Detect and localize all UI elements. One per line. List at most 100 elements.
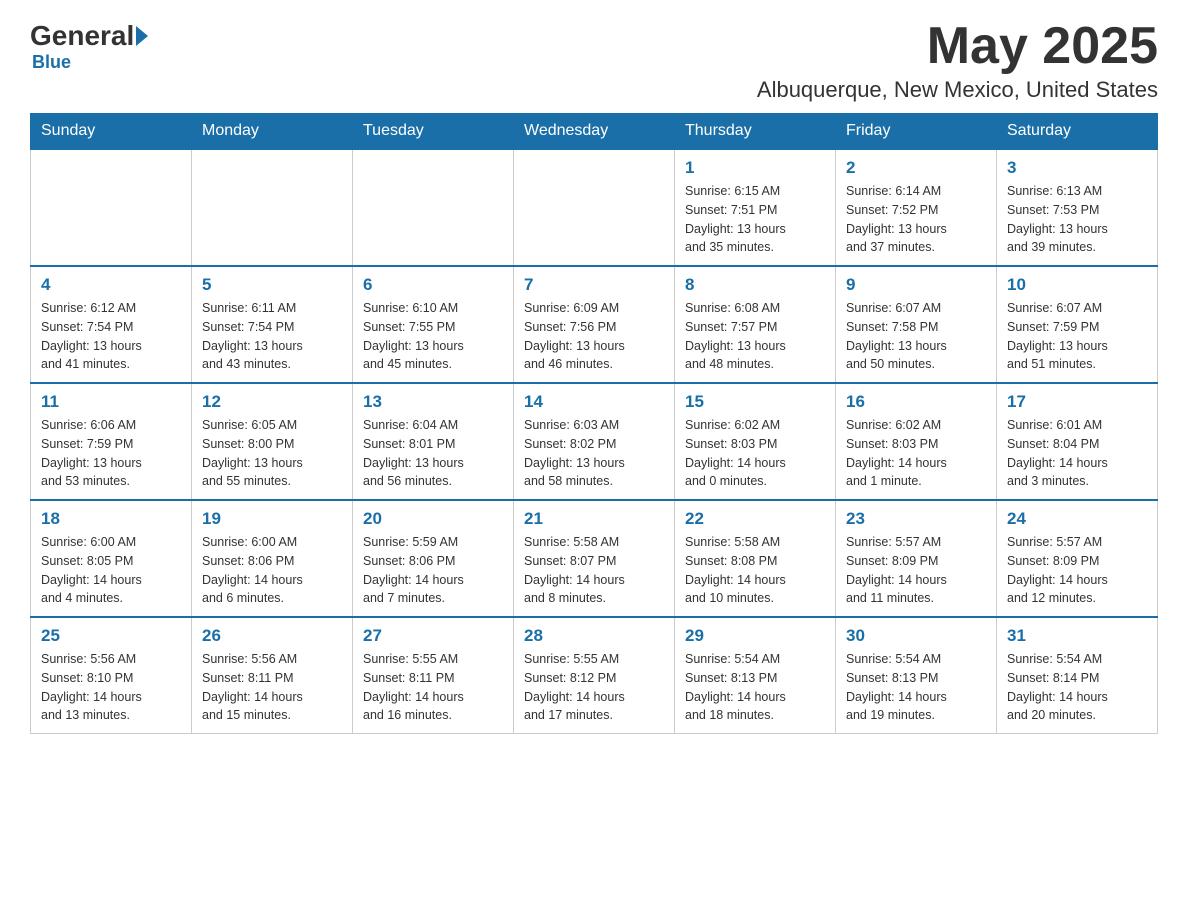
day-info: Sunrise: 5:58 AMSunset: 8:07 PMDaylight:… <box>524 533 664 608</box>
logo-general: General <box>30 20 134 52</box>
week-row-3: 11Sunrise: 6:06 AMSunset: 7:59 PMDayligh… <box>31 383 1158 500</box>
calendar-cell: 3 Sunrise: 6:13 AMSunset: 7:53 PMDaylight… <box>997 149 1158 266</box>
day-info: Sunrise: 5:57 AMSunset: 8:09 PMDaylight:… <box>846 533 986 608</box>
header-monday: Monday <box>192 114 353 150</box>
calendar-cell: 16 Sunrise: 6:02 AMSunset: 8:03 PMDayligh… <box>836 383 997 500</box>
month-title: May 2025 <box>757 20 1158 72</box>
calendar-cell: 2 Sunrise: 6:14 AMSunset: 7:52 PMDaylight… <box>836 149 997 266</box>
day-number: 5 <box>202 275 342 295</box>
day-number: 20 <box>363 509 503 529</box>
day-info: Sunrise: 6:02 AMSunset: 8:03 PMDaylight:… <box>685 416 825 491</box>
calendar-cell: 24 Sunrise: 5:57 AMSunset: 8:09 PMDayligh… <box>997 500 1158 617</box>
day-number: 31 <box>1007 626 1147 646</box>
calendar-cell: 13Sunrise: 6:04 AMSunset: 8:01 PMDayligh… <box>353 383 514 500</box>
calendar-cell <box>353 149 514 266</box>
day-info: Sunrise: 5:59 AMSunset: 8:06 PMDaylight:… <box>363 533 503 608</box>
day-info: Sunrise: 6:00 AMSunset: 8:06 PMDaylight:… <box>202 533 342 608</box>
day-number: 25 <box>41 626 181 646</box>
day-info: Sunrise: 5:58 AMSunset: 8:08 PMDaylight:… <box>685 533 825 608</box>
day-number: 14 <box>524 392 664 412</box>
location: Albuquerque, New Mexico, United States <box>757 77 1158 103</box>
day-info: Sunrise: 6:10 AMSunset: 7:55 PMDaylight:… <box>363 299 503 374</box>
header-saturday: Saturday <box>997 114 1158 150</box>
day-number: 21 <box>524 509 664 529</box>
calendar-cell: 8 Sunrise: 6:08 AMSunset: 7:57 PMDaylight… <box>675 266 836 383</box>
day-info: Sunrise: 6:06 AMSunset: 7:59 PMDaylight:… <box>41 416 181 491</box>
day-number: 24 <box>1007 509 1147 529</box>
day-number: 27 <box>363 626 503 646</box>
calendar-header-row: Sunday Monday Tuesday Wednesday Thursday… <box>31 114 1158 150</box>
calendar-cell: 31Sunrise: 5:54 AMSunset: 8:14 PMDayligh… <box>997 617 1158 734</box>
day-info: Sunrise: 6:12 AMSunset: 7:54 PMDaylight:… <box>41 299 181 374</box>
day-info: Sunrise: 5:57 AMSunset: 8:09 PMDaylight:… <box>1007 533 1147 608</box>
page-header: General Blue May 2025 Albuquerque, New M… <box>30 20 1158 103</box>
day-number: 1 <box>685 158 825 178</box>
week-row-2: 4 Sunrise: 6:12 AMSunset: 7:54 PMDaylight… <box>31 266 1158 383</box>
day-number: 8 <box>685 275 825 295</box>
day-info: Sunrise: 6:15 AMSunset: 7:51 PMDaylight:… <box>685 182 825 257</box>
day-number: 2 <box>846 158 986 178</box>
day-number: 13 <box>363 392 503 412</box>
day-info: Sunrise: 6:01 AMSunset: 8:04 PMDaylight:… <box>1007 416 1147 491</box>
day-number: 3 <box>1007 158 1147 178</box>
logo-text: General <box>30 20 148 52</box>
day-number: 15 <box>685 392 825 412</box>
calendar-cell: 11Sunrise: 6:06 AMSunset: 7:59 PMDayligh… <box>31 383 192 500</box>
calendar-cell: 25 Sunrise: 5:56 AMSunset: 8:10 PMDayligh… <box>31 617 192 734</box>
header-thursday: Thursday <box>675 114 836 150</box>
day-number: 17 <box>1007 392 1147 412</box>
day-info: Sunrise: 6:07 AMSunset: 7:59 PMDaylight:… <box>1007 299 1147 374</box>
day-info: Sunrise: 5:54 AMSunset: 8:13 PMDaylight:… <box>685 650 825 725</box>
logo: General Blue <box>30 20 148 73</box>
header-wednesday: Wednesday <box>514 114 675 150</box>
day-info: Sunrise: 5:54 AMSunset: 8:13 PMDaylight:… <box>846 650 986 725</box>
logo-arrow-icon <box>136 26 148 46</box>
title-section: May 2025 Albuquerque, New Mexico, United… <box>757 20 1158 103</box>
day-info: Sunrise: 6:09 AMSunset: 7:56 PMDaylight:… <box>524 299 664 374</box>
day-number: 12 <box>202 392 342 412</box>
calendar-cell: 4 Sunrise: 6:12 AMSunset: 7:54 PMDaylight… <box>31 266 192 383</box>
calendar-cell <box>31 149 192 266</box>
calendar-table: Sunday Monday Tuesday Wednesday Thursday… <box>30 113 1158 734</box>
calendar-cell: 27 Sunrise: 5:55 AMSunset: 8:11 PMDayligh… <box>353 617 514 734</box>
calendar-cell: 29Sunrise: 5:54 AMSunset: 8:13 PMDayligh… <box>675 617 836 734</box>
day-info: Sunrise: 5:55 AMSunset: 8:11 PMDaylight:… <box>363 650 503 725</box>
calendar-cell: 22 Sunrise: 5:58 AMSunset: 8:08 PMDayligh… <box>675 500 836 617</box>
day-number: 23 <box>846 509 986 529</box>
day-number: 10 <box>1007 275 1147 295</box>
calendar-cell <box>192 149 353 266</box>
day-info: Sunrise: 6:13 AMSunset: 7:53 PMDaylight:… <box>1007 182 1147 257</box>
day-info: Sunrise: 6:08 AMSunset: 7:57 PMDaylight:… <box>685 299 825 374</box>
day-info: Sunrise: 5:56 AMSunset: 8:11 PMDaylight:… <box>202 650 342 725</box>
header-tuesday: Tuesday <box>353 114 514 150</box>
calendar-cell: 15 Sunrise: 6:02 AMSunset: 8:03 PMDayligh… <box>675 383 836 500</box>
day-number: 22 <box>685 509 825 529</box>
calendar-cell: 19Sunrise: 6:00 AMSunset: 8:06 PMDayligh… <box>192 500 353 617</box>
week-row-4: 18Sunrise: 6:00 AMSunset: 8:05 PMDayligh… <box>31 500 1158 617</box>
week-row-5: 25 Sunrise: 5:56 AMSunset: 8:10 PMDayligh… <box>31 617 1158 734</box>
calendar-cell: 18Sunrise: 6:00 AMSunset: 8:05 PMDayligh… <box>31 500 192 617</box>
day-info: Sunrise: 6:02 AMSunset: 8:03 PMDaylight:… <box>846 416 986 491</box>
header-friday: Friday <box>836 114 997 150</box>
day-number: 26 <box>202 626 342 646</box>
day-info: Sunrise: 6:07 AMSunset: 7:58 PMDaylight:… <box>846 299 986 374</box>
calendar-cell: 7Sunrise: 6:09 AMSunset: 7:56 PMDaylight… <box>514 266 675 383</box>
day-info: Sunrise: 5:56 AMSunset: 8:10 PMDaylight:… <box>41 650 181 725</box>
calendar-cell: 6 Sunrise: 6:10 AMSunset: 7:55 PMDaylight… <box>353 266 514 383</box>
calendar-cell: 14Sunrise: 6:03 AMSunset: 8:02 PMDayligh… <box>514 383 675 500</box>
day-number: 4 <box>41 275 181 295</box>
day-number: 9 <box>846 275 986 295</box>
calendar-cell: 5 Sunrise: 6:11 AMSunset: 7:54 PMDaylight… <box>192 266 353 383</box>
calendar-cell: 12Sunrise: 6:05 AMSunset: 8:00 PMDayligh… <box>192 383 353 500</box>
day-number: 18 <box>41 509 181 529</box>
header-sunday: Sunday <box>31 114 192 150</box>
calendar-cell <box>514 149 675 266</box>
day-number: 16 <box>846 392 986 412</box>
day-info: Sunrise: 6:11 AMSunset: 7:54 PMDaylight:… <box>202 299 342 374</box>
calendar-cell: 30 Sunrise: 5:54 AMSunset: 8:13 PMDayligh… <box>836 617 997 734</box>
calendar-cell: 10 Sunrise: 6:07 AMSunset: 7:59 PMDayligh… <box>997 266 1158 383</box>
day-number: 30 <box>846 626 986 646</box>
day-info: Sunrise: 6:14 AMSunset: 7:52 PMDaylight:… <box>846 182 986 257</box>
calendar-cell: 20 Sunrise: 5:59 AMSunset: 8:06 PMDayligh… <box>353 500 514 617</box>
day-number: 6 <box>363 275 503 295</box>
